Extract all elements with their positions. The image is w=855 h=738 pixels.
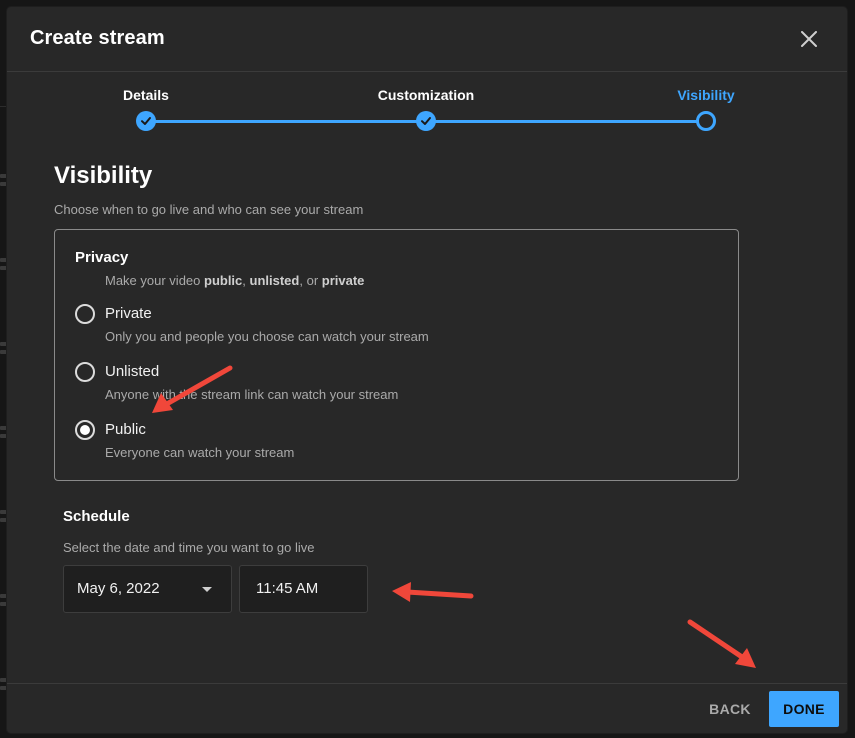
back-button[interactable]: BACK — [697, 691, 763, 727]
schedule-subtitle: Select the date and time you want to go … — [63, 540, 315, 555]
visibility-heading: Visibility — [54, 162, 153, 189]
private-label: Private — [105, 305, 152, 322]
privacy-option-public[interactable]: Public Everyone can watch your stream — [75, 420, 715, 470]
step-customization-label[interactable]: Customization — [378, 87, 474, 103]
privacy-desc-text: , — [242, 273, 250, 288]
step-visibility-indicator[interactable] — [696, 111, 716, 131]
public-description: Everyone can watch your stream — [105, 445, 295, 460]
schedule-title: Schedule — [63, 508, 130, 525]
privacy-desc-unlisted: unlisted — [249, 273, 300, 288]
check-icon — [421, 117, 431, 125]
close-button[interactable] — [797, 27, 821, 51]
step-customization-check[interactable] — [416, 111, 436, 131]
dialog-title: Create stream — [30, 27, 165, 49]
privacy-panel: Privacy Make your video public, unlisted… — [54, 229, 739, 481]
privacy-option-unlisted[interactable]: Unlisted Anyone with the stream link can… — [75, 362, 715, 412]
dropdown-caret-icon — [202, 587, 212, 592]
schedule-time-field[interactable]: 11:45 AM — [239, 565, 368, 613]
schedule-time-value: 11:45 AM — [256, 580, 319, 597]
privacy-description: Make your video public, unlisted, or pri… — [105, 273, 364, 288]
step-details-label[interactable]: Details — [123, 87, 169, 103]
private-description: Only you and people you choose can watch… — [105, 329, 429, 344]
check-icon — [141, 117, 151, 125]
create-stream-dialog: Create stream Details Customization Visi… — [7, 7, 847, 733]
schedule-date-value: May 6, 2022 — [77, 580, 160, 597]
unlisted-description: Anyone with the stream link can watch yo… — [105, 387, 399, 402]
close-icon — [801, 31, 817, 47]
public-radio[interactable] — [75, 420, 95, 440]
unlisted-label: Unlisted — [105, 363, 160, 380]
privacy-title: Privacy — [75, 249, 129, 266]
footer-divider — [7, 683, 847, 684]
step-visibility-label[interactable]: Visibility — [677, 87, 734, 103]
step-details-check[interactable] — [136, 111, 156, 131]
privacy-desc-text: Make your video — [105, 273, 204, 288]
privacy-desc-private: private — [321, 273, 365, 288]
visibility-subheading: Choose when to go live and who can see y… — [54, 202, 364, 217]
schedule-date-dropdown[interactable]: May 6, 2022 — [63, 565, 232, 613]
private-radio[interactable] — [75, 304, 95, 324]
privacy-option-private[interactable]: Private Only you and people you choose c… — [75, 304, 715, 354]
done-button[interactable]: DONE — [769, 691, 839, 727]
header-divider — [7, 71, 847, 72]
privacy-desc-text: , or — [299, 273, 322, 288]
privacy-desc-public: public — [204, 273, 243, 288]
unlisted-radio[interactable] — [75, 362, 95, 382]
public-label: Public — [105, 421, 146, 438]
